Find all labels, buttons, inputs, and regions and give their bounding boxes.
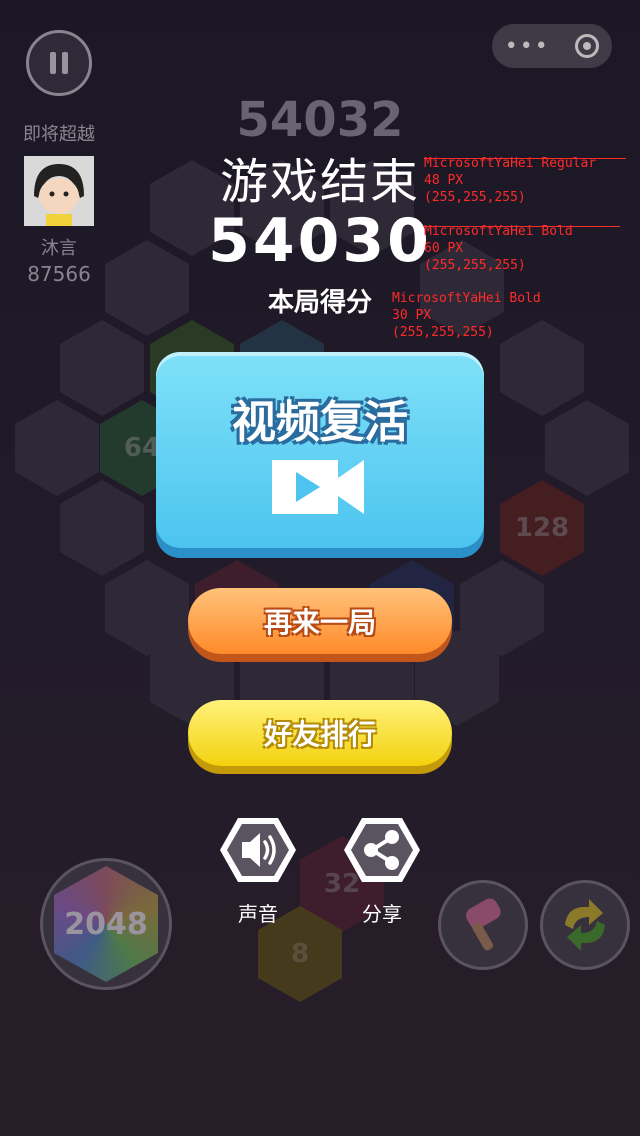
target-icon[interactable] — [575, 34, 600, 58]
annotation-score-label: MicrosoftYaHei Bold 30 PX (255,255,255) — [392, 291, 541, 340]
score-label: 本局得分 — [267, 288, 372, 318]
hammer-tool-button[interactable] — [438, 880, 528, 970]
more-dots-icon[interactable]: ••• — [505, 34, 550, 59]
speaker-icon — [220, 818, 296, 882]
friend-ranking-label: 好友排行 — [263, 718, 376, 751]
video-revive-button[interactable]: 视频复活 — [156, 352, 484, 548]
pause-button[interactable] — [26, 30, 92, 96]
sound-button[interactable]: 声音 — [216, 814, 300, 927]
mini-program-capsule: ••• — [492, 24, 612, 68]
play-again-label: 再来一局 — [263, 606, 376, 639]
swap-tool-button[interactable] — [540, 880, 630, 970]
tile-2048: 2048 — [54, 866, 158, 982]
share-icon — [344, 818, 420, 882]
play-again-button[interactable]: 再来一局 — [188, 588, 452, 654]
share-label: 分享 — [362, 902, 402, 926]
video-camera-icon — [272, 460, 364, 514]
sound-label: 声音 — [238, 902, 278, 926]
swap-icon — [565, 899, 605, 951]
hammer-icon — [466, 898, 501, 951]
tile-2048-item: 2048 — [40, 858, 172, 990]
annotation-title: MicrosoftYaHei Regular 48 PX (255,255,25… — [424, 156, 597, 205]
friend-ranking-button[interactable]: 好友排行 — [188, 700, 452, 766]
annotation-score: MicrosoftYaHei Bold 60 PX (255,255,255) — [424, 224, 573, 273]
share-button[interactable]: 分享 — [340, 814, 424, 927]
revive-label: 视频复活 — [232, 397, 408, 448]
pause-icon — [50, 52, 68, 74]
